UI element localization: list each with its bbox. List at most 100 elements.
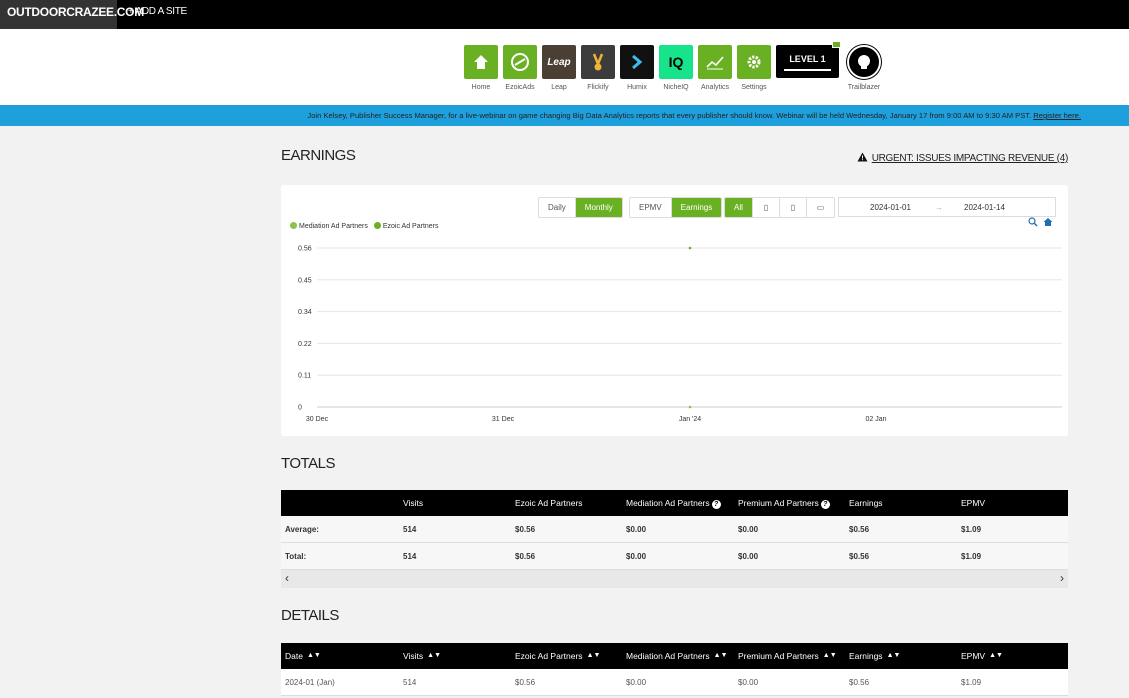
- details-header-row: Date ▲▼ Visits ▲▼ Ezoic Ad Partners ▲▼ Medi…: [281, 643, 1068, 669]
- help-icon[interactable]: ?: [711, 500, 721, 509]
- details-title: DETAILS: [281, 607, 339, 624]
- totals-table: Visits Ezoic Ad Partners Mediation Ad Pa…: [281, 490, 1068, 588]
- cell: $0.56: [849, 525, 870, 534]
- date-arrow: →: [935, 203, 943, 212]
- x-tick-label: Jan '24: [679, 416, 701, 423]
- level-badge[interactable]: LEVEL 1: [776, 41, 841, 78]
- cell: $1.09: [961, 678, 982, 687]
- ezoic-icon: [503, 45, 537, 79]
- cell: $0.00: [738, 678, 759, 687]
- col-earnings[interactable]: Earnings ▲▼: [849, 643, 900, 669]
- cell: 2024-01 (Jan): [285, 678, 335, 687]
- all-devices-button[interactable]: All: [725, 198, 753, 217]
- sort-icon: ▲▼: [822, 652, 837, 659]
- epmv-button[interactable]: EPMV: [630, 198, 672, 217]
- date-range-picker[interactable]: 2024-01-01 → 2024-01-14: [838, 197, 1056, 217]
- earnings-chart: 0 0.11 0.22 0.34 0.45 0.56 30 Dec 31 Dec Jan '24…: [298, 246, 1062, 423]
- col-epmv-label: EPMV: [961, 651, 986, 661]
- totals-title: TOTALS: [281, 455, 335, 472]
- col-visits-label: Visits: [403, 651, 424, 661]
- metric-toggle: EPMV Earnings: [629, 197, 723, 218]
- app-settings[interactable]: Settings: [737, 45, 771, 91]
- col-visits: Visits: [403, 498, 424, 508]
- date-from[interactable]: 2024-01-01: [870, 198, 911, 217]
- details-table: Date ▲▼ Visits ▲▼ Ezoic Ad Partners ▲▼ Medi…: [281, 643, 1068, 696]
- humix-icon: [620, 45, 654, 79]
- col-mediation-label: Mediation Ad Partners: [626, 498, 710, 508]
- register-link[interactable]: Register here.: [1033, 111, 1081, 120]
- data-point[interactable]: [688, 405, 692, 409]
- analytics-icon: [698, 45, 732, 79]
- data-point[interactable]: [688, 246, 692, 250]
- monthly-button[interactable]: Monthly: [575, 198, 622, 217]
- earnings-title: EARNINGS: [281, 147, 356, 164]
- col-date-label: Date: [285, 651, 303, 661]
- cell: $0.56: [515, 525, 536, 534]
- banner-text: Join Kelsey, Publisher Success Manager, …: [307, 111, 1032, 120]
- sort-icon: ▲▼: [586, 652, 601, 659]
- home-icon: [464, 45, 498, 79]
- tablet-button[interactable]: ▯: [753, 198, 780, 217]
- y-tick-label: 0.56: [298, 246, 312, 253]
- earnings-button[interactable]: Earnings: [671, 198, 722, 217]
- cell: 514: [403, 678, 417, 687]
- scroll-left-icon[interactable]: ‹: [285, 571, 289, 585]
- trailblazer-label: Trailblazer: [847, 84, 881, 91]
- sort-icon: ▲▼: [989, 652, 1003, 659]
- sort-icon: ▲▼: [713, 652, 728, 659]
- horizontal-scrollbar[interactable]: ‹ ›: [281, 570, 1068, 588]
- col-mediation[interactable]: Mediation Ad Partners ▲▼: [626, 643, 728, 669]
- add-site-link[interactable]: + ADD A SITE: [128, 0, 187, 24]
- mobile-icon: ▯: [790, 203, 796, 212]
- cell: $1.09: [961, 525, 982, 534]
- col-premium: Premium Ad Partners?: [738, 490, 830, 516]
- level-progress: [784, 69, 831, 71]
- col-ezoic[interactable]: Ezoic Ad Partners ▲▼: [515, 643, 600, 669]
- x-tick-label: 30 Dec: [306, 416, 329, 423]
- device-toggle: All ▯ ▯ ▭: [724, 197, 835, 218]
- y-tick-label: 0.11: [298, 373, 311, 380]
- y-tick-label: 0.34: [298, 309, 312, 316]
- mail-icon: [832, 41, 841, 48]
- y-tick-label: 0: [298, 405, 302, 412]
- sort-icon: ▲▼: [427, 652, 442, 659]
- y-tick-label: 0.45: [298, 277, 312, 284]
- cell: Average:: [285, 525, 319, 534]
- gear-icon: [737, 45, 771, 79]
- top-bar: OUTDOORCRAZEE.COM + ADD A SITE: [0, 0, 1129, 29]
- col-premium[interactable]: Premium Ad Partners ▲▼: [738, 643, 837, 669]
- mobile-button[interactable]: ▯: [780, 198, 807, 217]
- col-epmv[interactable]: EPMV ▲▼: [961, 643, 1003, 669]
- col-earnings: Earnings: [849, 498, 883, 508]
- tablet-icon: ▯: [763, 203, 769, 212]
- table-row: Total: 514 $0.56 $0.00 $0.00 $0.56 $1.09: [281, 543, 1068, 570]
- cell: $0.00: [626, 525, 647, 534]
- webinar-banner: Join Kelsey, Publisher Success Manager, …: [0, 105, 1129, 126]
- app-bar: Home EzoicAds Leap Leap Flickify Humix I…: [0, 29, 1129, 105]
- col-earnings-label: Earnings: [849, 651, 883, 661]
- daily-button[interactable]: Daily: [539, 198, 576, 217]
- cell: $0.56: [515, 678, 536, 687]
- date-to[interactable]: 2024-01-14: [964, 198, 1005, 217]
- sort-icon: ▲▼: [306, 652, 321, 659]
- cell: $0.56: [515, 552, 536, 561]
- cell: $0.56: [849, 678, 870, 687]
- help-icon[interactable]: ?: [820, 500, 830, 509]
- site-tab[interactable]: OUTDOORCRAZEE.COM: [0, 0, 144, 29]
- table-row[interactable]: 2024-01 (Jan) 514 $0.56 $0.00 $0.00 $0.5…: [281, 669, 1068, 696]
- app-label: Settings: [741, 84, 767, 91]
- scroll-right-icon[interactable]: ›: [1060, 571, 1064, 585]
- urgent-issues-link[interactable]: URGENT: ISSUES IMPACTING REVENUE (4): [857, 152, 1068, 165]
- col-date[interactable]: Date ▲▼: [285, 643, 321, 669]
- desktop-icon: ▭: [816, 203, 825, 212]
- y-tick-label: 0.22: [298, 341, 312, 348]
- sort-icon: ▲▼: [886, 652, 901, 659]
- col-epmv: EPMV: [961, 498, 986, 508]
- cell: 514: [403, 552, 417, 561]
- desktop-button[interactable]: ▭: [807, 198, 834, 217]
- col-visits[interactable]: Visits ▲▼: [403, 643, 441, 669]
- cell: 514: [403, 525, 417, 534]
- col-premium-label: Premium Ad Partners: [738, 651, 819, 661]
- x-tick-label: 31 Dec: [492, 416, 515, 423]
- trailblazer-button[interactable]: Trailblazer: [847, 45, 881, 91]
